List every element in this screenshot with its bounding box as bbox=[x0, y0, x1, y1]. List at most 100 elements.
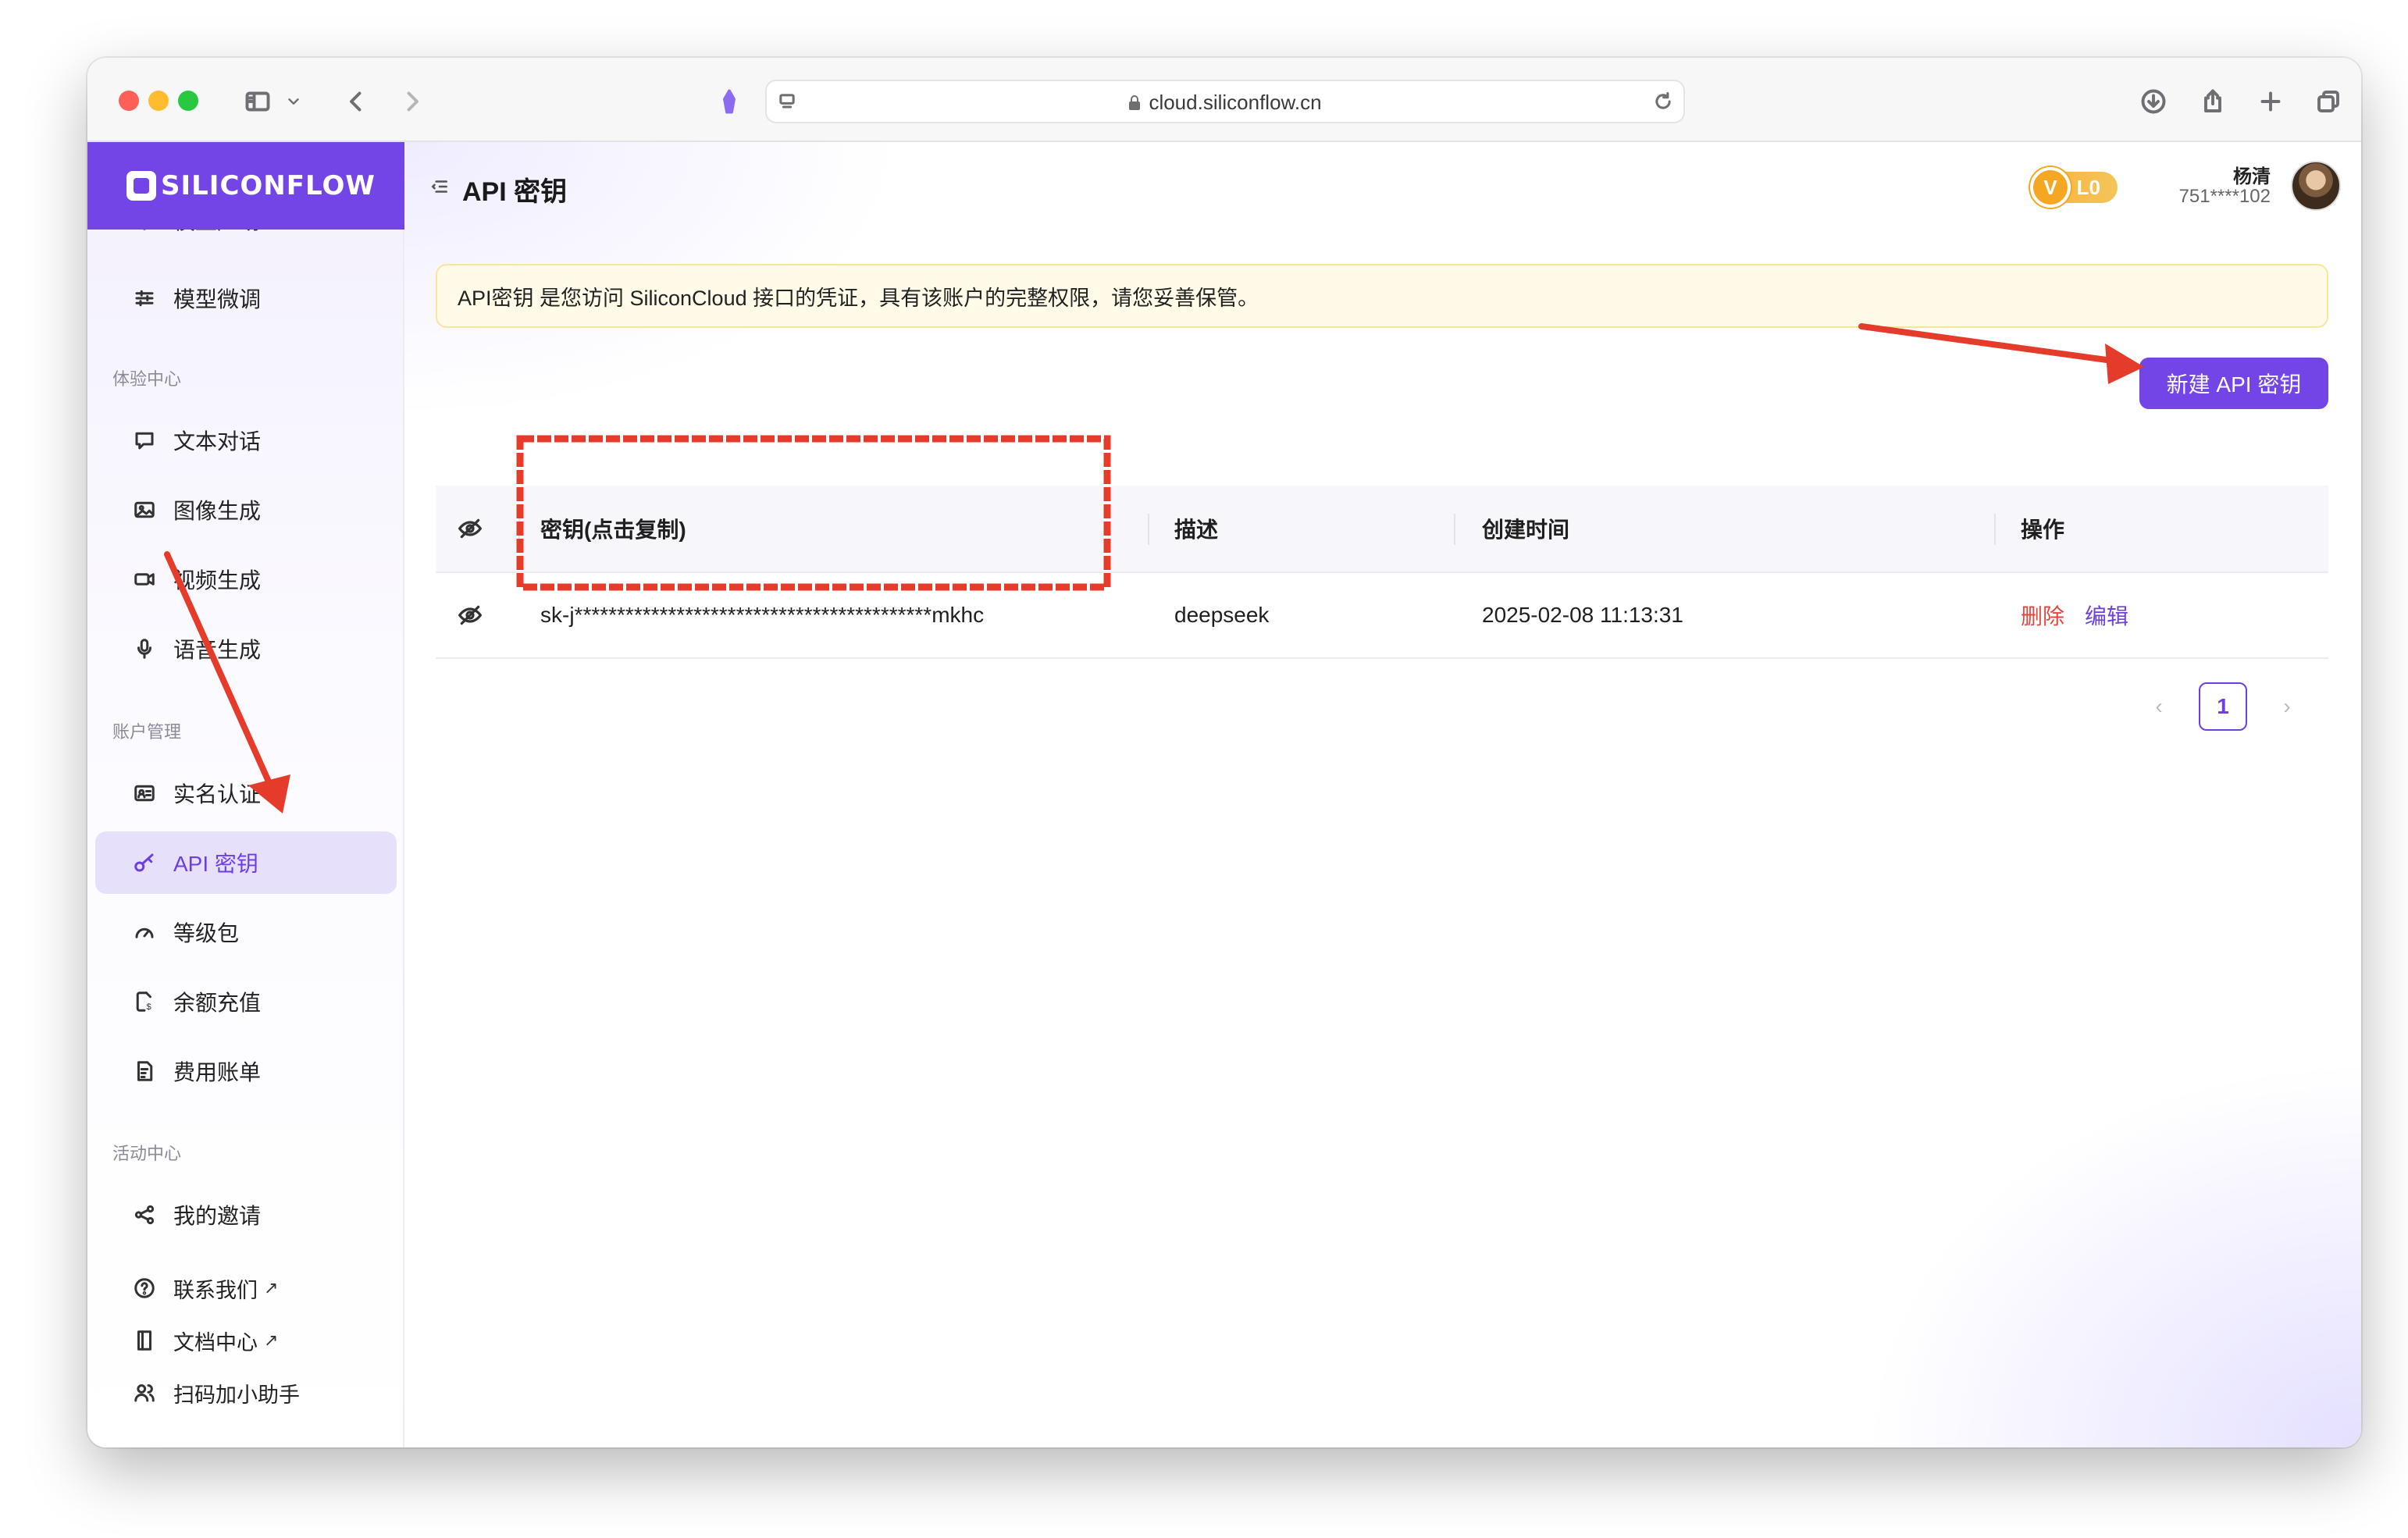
collapse-menu-icon[interactable] bbox=[429, 176, 450, 197]
chevron-down-icon[interactable] bbox=[283, 84, 305, 119]
sidebar-item-label: 费用账单 bbox=[173, 1060, 262, 1084]
user-name: 杨清 bbox=[2233, 166, 2271, 187]
section-title-activity: 活动中心 bbox=[112, 1144, 182, 1163]
footer-link-docs[interactable]: 文档中心 ↗ bbox=[95, 1315, 397, 1365]
sidebar-item-label: 等级包 bbox=[173, 921, 240, 945]
sidebar-item-label: 图像生成 bbox=[173, 499, 262, 523]
new-tab-icon[interactable] bbox=[2253, 84, 2288, 119]
browser-toolbar: cloud.siliconflow.cn bbox=[87, 58, 2361, 142]
sidebar-item-label: 实名认证 bbox=[173, 782, 262, 806]
main-background bbox=[404, 142, 2361, 1447]
eye-off-icon[interactable] bbox=[458, 486, 483, 571]
sidebar-toggle-icon[interactable] bbox=[240, 84, 275, 119]
sidebar-item-level-pack[interactable]: 等级包 bbox=[95, 901, 397, 963]
column-header-actions: 操作 bbox=[2021, 518, 2065, 542]
tab-overview-icon[interactable] bbox=[2311, 84, 2346, 119]
sidebar-item-image-gen[interactable]: 图像生成 bbox=[95, 479, 397, 541]
share-browser-icon[interactable] bbox=[2196, 84, 2230, 119]
logo-text: SILICONFLOW bbox=[161, 170, 376, 201]
avatar[interactable] bbox=[2291, 161, 2341, 211]
api-key-value[interactable]: sk-j************************************… bbox=[540, 573, 984, 657]
reload-icon[interactable] bbox=[1646, 84, 1680, 119]
gauge-icon bbox=[131, 919, 158, 945]
logo[interactable]: SILICONFLOW bbox=[87, 142, 404, 230]
back-icon[interactable] bbox=[339, 84, 373, 119]
pagination-prev[interactable]: ‹ bbox=[2135, 682, 2183, 731]
sidebar-item-billing[interactable]: 费用账单 bbox=[95, 1040, 397, 1102]
microphone-icon bbox=[131, 635, 158, 662]
eye-off-icon[interactable] bbox=[458, 573, 483, 657]
sidebar-item-label: 余额充值 bbox=[173, 991, 262, 1015]
footer-link-label: 文档中心 bbox=[173, 1330, 258, 1355]
site-favicon-icon bbox=[712, 84, 746, 119]
footer-link-label: 联系我们 bbox=[173, 1278, 258, 1302]
sidebar-item-invite[interactable]: 我的邀请 bbox=[95, 1184, 397, 1246]
footer-link-contact[interactable]: 联系我们 ↗ bbox=[95, 1263, 397, 1313]
lock-icon bbox=[1129, 95, 1141, 110]
logo-mark-icon bbox=[126, 171, 156, 201]
column-divider bbox=[1454, 514, 1455, 545]
sidebar-item-api-keys[interactable]: API 密钥 bbox=[95, 831, 397, 894]
column-divider bbox=[1994, 514, 1996, 545]
video-icon bbox=[131, 566, 158, 593]
forward-icon[interactable] bbox=[395, 84, 429, 119]
edit-button[interactable]: 编辑 bbox=[2085, 600, 2128, 631]
pagination-next[interactable]: › bbox=[2263, 682, 2311, 731]
new-api-key-button[interactable]: 新建 API 密钥 bbox=[2139, 358, 2328, 409]
sidebar-item-voice-gen[interactable]: 语音生成 bbox=[95, 618, 397, 680]
browser-window: cloud.siliconflow.cn SILICONFLOW 模型微调 体验… bbox=[87, 58, 2361, 1447]
sidebar-item-fine-tune[interactable]: 模型微调 bbox=[95, 267, 397, 329]
vip-icon: V bbox=[2030, 167, 2071, 208]
download-icon[interactable] bbox=[2136, 84, 2171, 119]
column-header-key: 密钥(点击复制) bbox=[540, 518, 686, 542]
sidebar-item-text-chat[interactable]: 文本对话 bbox=[95, 409, 397, 472]
sidebar: SILICONFLOW 模型广场 模型微调 体验中心 文本对话 图像生成 bbox=[87, 142, 404, 1447]
table-header: 密钥(点击复制) 描述 创建时间 操作 bbox=[436, 486, 2328, 573]
image-icon bbox=[131, 497, 158, 523]
url-text: cloud.siliconflow.cn bbox=[767, 91, 1683, 115]
chat-icon bbox=[131, 427, 158, 454]
footer-link-assistant[interactable]: 扫码加小助手 bbox=[95, 1368, 397, 1418]
api-key-description: deepseek bbox=[1174, 603, 1270, 627]
bill-icon bbox=[131, 1058, 158, 1084]
notice-banner: API密钥 是您访问 SiliconCloud 接口的凭证，具有该账户的完整权限… bbox=[436, 264, 2328, 328]
api-key-created: 2025-02-08 11:13:31 bbox=[1482, 603, 1683, 627]
sidebar-item-verification[interactable]: 实名认证 bbox=[95, 762, 397, 824]
notice-text: API密钥 是您访问 SiliconCloud 接口的凭证，具有该账户的完整权限… bbox=[458, 286, 1259, 310]
new-api-key-label: 新建 API 密钥 bbox=[2166, 372, 2302, 397]
page: SILICONFLOW 模型广场 模型微调 体验中心 文本对话 图像生成 bbox=[87, 142, 2361, 1447]
column-header-description: 描述 bbox=[1174, 518, 1219, 542]
row-actions: 删除 编辑 bbox=[2021, 573, 2128, 657]
sliders-icon bbox=[131, 285, 158, 312]
url-value: cloud.siliconflow.cn bbox=[1149, 91, 1322, 114]
minimize-window-button[interactable] bbox=[148, 91, 169, 111]
section-title-account: 账户管理 bbox=[112, 722, 182, 742]
sidebar-item-video-gen[interactable]: 视频生成 bbox=[95, 548, 397, 611]
external-link-icon: ↗ bbox=[264, 1330, 279, 1350]
zoom-window-button[interactable] bbox=[178, 91, 198, 111]
help-icon bbox=[131, 1275, 158, 1301]
column-divider bbox=[1148, 514, 1149, 545]
user-phone: 751****102 bbox=[2178, 186, 2271, 207]
address-bar[interactable]: cloud.siliconflow.cn bbox=[765, 80, 1685, 123]
delete-button[interactable]: 删除 bbox=[2021, 600, 2064, 631]
users-icon bbox=[131, 1380, 158, 1406]
recharge-icon: $ bbox=[131, 988, 158, 1015]
level-text: L0 bbox=[2076, 175, 2100, 199]
sidebar-item-label: 我的邀请 bbox=[173, 1204, 262, 1228]
pagination-page-1[interactable]: 1 bbox=[2199, 682, 2247, 731]
sidebar-item-label: API 密钥 bbox=[173, 852, 258, 876]
section-title-experience: 体验中心 bbox=[112, 369, 182, 389]
close-window-button[interactable] bbox=[119, 91, 139, 111]
sidebar-item-recharge[interactable]: $ 余额充值 bbox=[95, 970, 397, 1033]
sidebar-item-label: 模型微调 bbox=[173, 287, 262, 312]
sidebar-item-label: 视频生成 bbox=[173, 568, 262, 593]
vip-letter: V bbox=[2043, 175, 2057, 199]
column-header-created: 创建时间 bbox=[1482, 518, 1570, 542]
book-icon bbox=[131, 1327, 158, 1354]
column-divider bbox=[518, 514, 520, 545]
table-row: sk-j************************************… bbox=[436, 573, 2328, 659]
key-icon bbox=[131, 849, 158, 876]
share-icon bbox=[131, 1202, 158, 1228]
sidebar-item-label: 语音生成 bbox=[173, 638, 262, 662]
